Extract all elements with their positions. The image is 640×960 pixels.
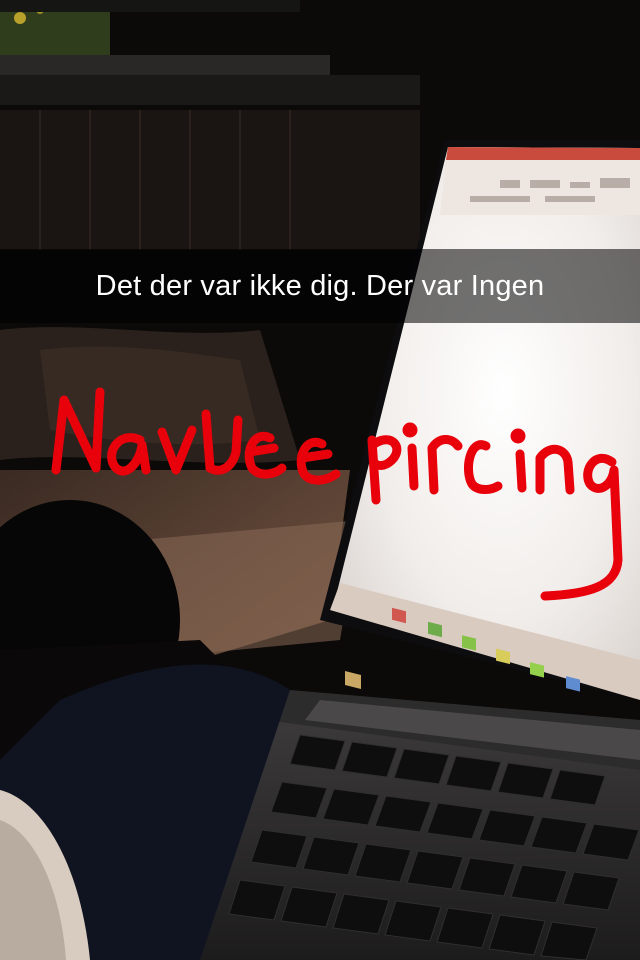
background-photo	[0, 0, 640, 960]
caption-text: Det der var ikke dig. Der var Ingen	[95, 269, 545, 302]
flower-shape	[14, 12, 26, 24]
snap-screen: Det der var ikke dig. Der var Ingen	[0, 0, 640, 960]
caption-bar: Det der var ikke dig. Der var Ingen	[0, 249, 640, 323]
